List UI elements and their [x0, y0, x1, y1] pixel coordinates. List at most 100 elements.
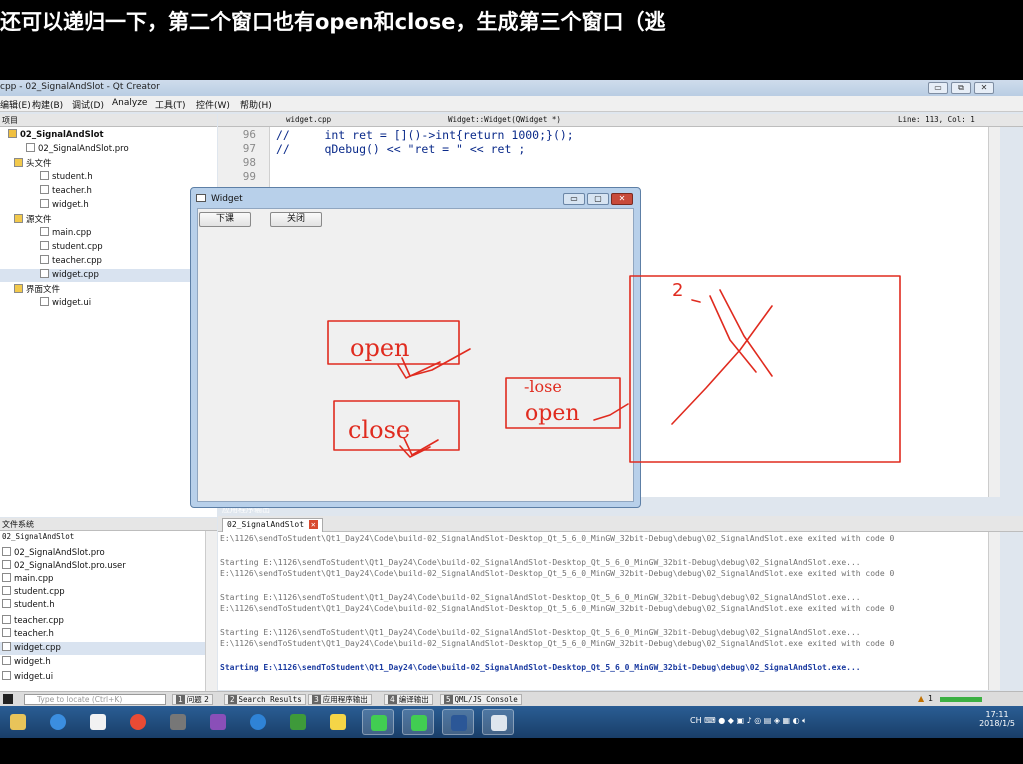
file-icon: [2, 671, 11, 680]
file-icon: [2, 628, 11, 637]
chrome-icon[interactable]: [122, 709, 154, 735]
thunder-icon[interactable]: [42, 709, 74, 735]
tab-app-output[interactable]: 3 应用程序输出: [308, 694, 372, 705]
tree-item-widget-ui[interactable]: widget.ui: [40, 297, 91, 310]
close-icon[interactable]: ✕: [974, 82, 994, 94]
output-scrollbar[interactable]: [988, 532, 1000, 690]
close-tab-icon[interactable]: ✕: [308, 520, 318, 529]
menu-edit[interactable]: 编辑(E): [0, 98, 31, 111]
qt-designer-icon[interactable]: [362, 709, 394, 735]
tree-item-label: 源文件: [26, 215, 52, 225]
fs-item-label: teacher.cpp: [14, 616, 64, 626]
fs-item-label: widget.h: [14, 657, 51, 667]
widget-app-icon[interactable]: [482, 709, 514, 735]
line-number: 99: [242, 170, 256, 183]
browser-icon[interactable]: [242, 709, 274, 735]
tab-compile-output[interactable]: 4 编译输出: [384, 694, 433, 705]
fs-item-label: widget.cpp: [14, 643, 61, 653]
menu-analyze[interactable]: Analyze: [112, 98, 147, 108]
tree-item-student-h[interactable]: student.h: [40, 171, 93, 184]
video-subtitle: 还可以递归一下，第二个窗口也有open和close，生成第三个窗口（逃: [0, 10, 666, 34]
editor-file-tab[interactable]: widget.cpp: [286, 115, 331, 124]
output-tab[interactable]: 02_SignalAndSlot ✕: [222, 518, 323, 532]
menu-widgets[interactable]: 控件(W): [196, 98, 230, 111]
system-tray: CH ⌨ ● ◆ ▣ ♪ ◎ ▤ ◈ ▦ ◐ 🔈︎: [690, 716, 807, 725]
minimize-icon[interactable]: ▭: [928, 82, 948, 94]
close-button[interactable]: 关闭: [270, 212, 322, 227]
menu-debug[interactable]: 调试(D): [72, 98, 104, 111]
widget-close-icon[interactable]: ✕: [611, 193, 633, 205]
cpp-file-icon: [40, 269, 49, 278]
filesystem-root[interactable]: 02_SignalAndSlot: [2, 532, 74, 545]
widget-minimize-icon[interactable]: ▭: [563, 193, 585, 205]
issues-badge: 2: [204, 695, 209, 704]
tree-item-widget-h[interactable]: widget.h: [40, 199, 89, 212]
tree-item-main-cpp[interactable]: main.cpp: [40, 227, 91, 240]
fs-item[interactable]: widget.ui: [2, 671, 53, 684]
editor-toolbar: widget.cpp Widget::Widget(QWidget *) Lin…: [218, 114, 1023, 127]
fs-item[interactable]: student.cpp: [2, 586, 65, 599]
widget-maximize-icon[interactable]: ▢: [587, 193, 609, 205]
menu-tools[interactable]: 工具(T): [155, 98, 186, 111]
word-icon[interactable]: [442, 709, 474, 735]
tab-qml-console[interactable]: 5 QML/JS Console: [440, 694, 522, 705]
fs-item[interactable]: teacher.h: [2, 628, 54, 641]
function-selector[interactable]: Widget::Widget(QWidget *): [448, 115, 561, 124]
sticky-notes-icon[interactable]: [322, 709, 354, 735]
tab-label: 应用程序输出: [322, 695, 368, 704]
menu-bar: 编辑(E) 构建(B) 调试(D) Analyze 工具(T) 控件(W) 帮助…: [0, 96, 1023, 112]
visual-studio-icon[interactable]: [202, 709, 234, 735]
tab-label: 编译输出: [398, 695, 429, 704]
sublime-icon[interactable]: [162, 709, 194, 735]
tree-item-project[interactable]: 02_SignalAndSlot: [8, 129, 104, 142]
tree-item-label: student.cpp: [52, 242, 103, 252]
clock-date: 2018/1/5: [979, 719, 1015, 728]
fs-item[interactable]: main.cpp: [2, 573, 53, 586]
class-over-button[interactable]: 下课: [199, 212, 251, 227]
tab-search-results[interactable]: 2 Search Results: [224, 694, 306, 705]
unity-icon[interactable]: [82, 709, 114, 735]
clock[interactable]: 17:11 2018/1/5: [979, 710, 1015, 728]
locator-input[interactable]: Type to locate (Ctrl+K): [24, 694, 166, 705]
tree-item-pro[interactable]: 02_SignalAndSlot.pro: [26, 143, 129, 156]
sidebar-toggle-icon[interactable]: [3, 694, 13, 704]
qt-creator-icon[interactable]: [402, 709, 434, 735]
fs-item-label: main.cpp: [14, 574, 54, 584]
tree-item-label: 界面文件: [26, 285, 61, 295]
output-tab-label: 02_SignalAndSlot: [227, 520, 305, 529]
tree-item-teacher-cpp[interactable]: teacher.cpp: [40, 255, 102, 268]
input-method-indicator[interactable]: CH: [690, 716, 702, 725]
menu-build[interactable]: 构建(B): [32, 98, 63, 111]
app-icon[interactable]: [282, 709, 314, 735]
output-line-current: Starting E:\1126\sendToStudent\Qt1_Day24…: [220, 663, 861, 672]
tree-item-headers[interactable]: 头文件: [14, 157, 52, 170]
clock-time: 17:11: [985, 710, 1009, 719]
fs-item-selected[interactable]: widget.cpp: [0, 642, 205, 655]
fs-item-label: 02_SignalAndSlot.pro: [14, 548, 105, 558]
fs-item-label: student.cpp: [14, 587, 65, 597]
fs-item[interactable]: student.h: [2, 599, 55, 612]
explorer-icon[interactable]: [2, 709, 34, 735]
filesystem-scrollbar[interactable]: [205, 531, 217, 691]
header-file-icon: [40, 185, 49, 194]
tab-number: 2: [228, 695, 237, 704]
project-panel-title: 项目: [2, 116, 18, 125]
fs-item[interactable]: widget.h: [2, 656, 51, 669]
tab-issues[interactable]: 1 问题 2: [172, 694, 213, 705]
application-output[interactable]: E:\1126\sendToStudent\Qt1_Day24\Code\bui…: [218, 532, 988, 690]
tree-item-widget-cpp[interactable]: widget.cpp: [0, 269, 217, 282]
fs-item[interactable]: teacher.cpp: [2, 615, 64, 628]
file-icon: [2, 586, 11, 595]
editor-scrollbar[interactable]: [988, 127, 1000, 497]
file-icon: [2, 560, 11, 569]
menu-help[interactable]: 帮助(H): [240, 98, 272, 111]
restore-icon[interactable]: ⧉: [951, 82, 971, 94]
fs-item[interactable]: 02_SignalAndSlot.pro: [2, 547, 105, 560]
fs-item[interactable]: 02_SignalAndSlot.pro.user: [2, 560, 126, 573]
folder-icon: [14, 284, 23, 293]
tree-item-teacher-h[interactable]: teacher.h: [40, 185, 92, 198]
tree-item-student-cpp[interactable]: student.cpp: [40, 241, 103, 254]
tree-item-sources[interactable]: 源文件: [14, 213, 52, 226]
file-icon: [2, 599, 11, 608]
tree-item-forms[interactable]: 界面文件: [14, 283, 60, 296]
